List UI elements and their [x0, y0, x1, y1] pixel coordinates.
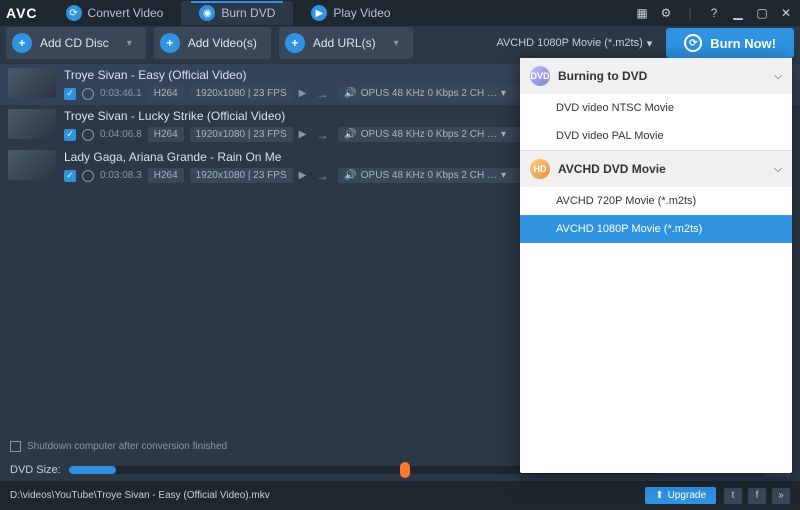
- upgrade-button[interactable]: ⬆ Upgrade: [645, 487, 716, 504]
- resolution-badge: 1920x1080 | 23 FPS: [190, 168, 293, 183]
- more-icon[interactable]: »: [772, 488, 790, 504]
- disc-icon: [82, 88, 94, 100]
- audio-label: OPUS 48 KHz 0 Kbps 2 CH …: [361, 170, 497, 181]
- play-icon: ▶: [311, 5, 327, 21]
- nav-convert-video[interactable]: ⟳ Convert Video: [48, 1, 182, 25]
- play-icon[interactable]: ▶: [299, 88, 307, 99]
- refresh-icon: ⟳: [684, 34, 702, 52]
- main-toolbar: + Add CD Disc ▾ + Add Video(s) + Add URL…: [0, 26, 800, 60]
- shutdown-label: Shutdown computer after conversion finis…: [27, 441, 227, 452]
- disc-icon: ◉: [199, 5, 215, 21]
- speaker-icon: 🔊: [344, 129, 356, 140]
- add-cd-disc-button[interactable]: + Add CD Disc ▾: [6, 27, 146, 59]
- maximize-icon[interactable]: ▢: [754, 5, 770, 21]
- dropdown-group-header[interactable]: HD AVCHD DVD Movie ⌵: [520, 151, 792, 187]
- title-bar: AVC ⟳ Convert Video ◉ Burn DVD ▶ Play Vi…: [0, 0, 800, 26]
- group-title: Burning to DVD: [558, 69, 647, 83]
- shutdown-checkbox[interactable]: [10, 441, 21, 452]
- close-icon[interactable]: ✕: [778, 5, 794, 21]
- arrow-right-icon: →: [312, 87, 332, 101]
- plus-disc-icon: +: [12, 33, 32, 53]
- nav-label: Convert Video: [88, 6, 164, 20]
- format-dropdown: DVD Burning to DVD ⌵ DVD video NTSC Movi…: [520, 58, 792, 473]
- add-urls-button[interactable]: + Add URL(s) ▾: [279, 27, 413, 59]
- status-bar: D:\videos\YouTube\Troye Sivan - Easy (Of…: [0, 481, 800, 510]
- play-icon[interactable]: ▶: [299, 170, 307, 181]
- dropdown-item[interactable]: DVD video PAL Movie: [520, 122, 792, 150]
- chevron-down-icon: ▾: [394, 38, 399, 49]
- codec-badge: H264: [148, 168, 184, 183]
- help-icon[interactable]: ?: [706, 5, 722, 21]
- plus-film-icon: +: [160, 33, 180, 53]
- dropdown-item[interactable]: AVCHD 720P Movie (*.m2ts): [520, 187, 792, 215]
- chevron-down-icon: ▾: [647, 37, 653, 50]
- burn-now-button[interactable]: ⟳ Burn Now!: [666, 28, 794, 58]
- arrow-right-icon: →: [312, 169, 332, 183]
- dvd-size-label: DVD Size:: [10, 464, 61, 476]
- chevron-down-icon: ⌵: [774, 164, 782, 175]
- duration: 0:03:46.1: [100, 88, 142, 99]
- chevron-down-icon: ▾: [501, 88, 506, 99]
- nav-label: Play Video: [333, 6, 390, 20]
- play-icon[interactable]: ▶: [299, 129, 307, 140]
- duration: 0:03:08.3: [100, 170, 142, 181]
- format-label: AVCHD 1080P Movie (*.m2ts): [496, 37, 642, 49]
- app-logo: AVC: [6, 5, 38, 21]
- size-fill: [69, 466, 116, 474]
- speaker-icon: 🔊: [344, 170, 356, 181]
- speaker-icon: 🔊: [344, 88, 356, 99]
- nav-burn-dvd[interactable]: ◉ Burn DVD: [181, 1, 293, 25]
- button-label: Burn Now!: [710, 36, 776, 51]
- codec-badge: H264: [148, 86, 184, 101]
- checkbox-checked-icon[interactable]: ✓: [64, 88, 76, 100]
- disc-icon: [82, 170, 94, 182]
- minimize-icon[interactable]: ▁: [730, 5, 746, 21]
- arrow-right-icon: →: [312, 128, 332, 142]
- chevron-down-icon: ⌵: [774, 71, 782, 82]
- social-links: t f »: [724, 488, 790, 504]
- dvd-icon: DVD: [530, 66, 550, 86]
- hd-dvd-icon: HD: [530, 159, 550, 179]
- button-label: Add URL(s): [313, 36, 376, 50]
- up-arrow-icon: ⬆: [655, 490, 663, 501]
- video-thumbnail: [8, 109, 56, 139]
- dropdown-group-header[interactable]: DVD Burning to DVD ⌵: [520, 58, 792, 94]
- facebook-icon[interactable]: f: [748, 488, 766, 504]
- button-label: Add Video(s): [188, 36, 257, 50]
- duration: 0:04:06.8: [100, 129, 142, 140]
- resolution-badge: 1920x1080 | 23 FPS: [190, 86, 293, 101]
- add-videos-button[interactable]: + Add Video(s): [154, 27, 271, 59]
- audio-label: OPUS 48 KHz 0 Kbps 2 CH …: [361, 88, 497, 99]
- video-thumbnail: [8, 150, 56, 180]
- nav-label: Burn DVD: [221, 6, 275, 20]
- divider: |: [682, 5, 698, 21]
- button-label: Add CD Disc: [40, 36, 109, 50]
- file-path: D:\videos\YouTube\Troye Sivan - Easy (Of…: [10, 490, 270, 501]
- nav-play-video[interactable]: ▶ Play Video: [293, 1, 408, 25]
- menu-icon[interactable]: ▦: [634, 5, 650, 21]
- resolution-badge: 1920x1080 | 23 FPS: [190, 127, 293, 142]
- dropdown-item-selected[interactable]: AVCHD 1080P Movie (*.m2ts): [520, 215, 792, 243]
- chevron-down-icon: ▾: [127, 38, 132, 49]
- window-controls: ▦ ⚙ | ? ▁ ▢ ✕: [634, 5, 794, 21]
- gear-icon[interactable]: ⚙: [658, 5, 674, 21]
- slider-handle[interactable]: [400, 462, 410, 478]
- group-title: AVCHD DVD Movie: [558, 162, 666, 176]
- video-thumbnail: [8, 68, 56, 98]
- chevron-down-icon: ▾: [501, 170, 506, 181]
- disc-icon: [82, 129, 94, 141]
- plus-globe-icon: +: [285, 33, 305, 53]
- top-nav: ⟳ Convert Video ◉ Burn DVD ▶ Play Video: [48, 1, 634, 25]
- checkbox-checked-icon[interactable]: ✓: [64, 170, 76, 182]
- output-format-select[interactable]: AVCHD 1080P Movie (*.m2ts) ▾: [490, 33, 658, 54]
- chevron-down-icon: ▾: [501, 129, 506, 140]
- checkbox-checked-icon[interactable]: ✓: [64, 129, 76, 141]
- audio-label: OPUS 48 KHz 0 Kbps 2 CH …: [361, 129, 497, 140]
- dropdown-item[interactable]: DVD video NTSC Movie: [520, 94, 792, 122]
- codec-badge: H264: [148, 127, 184, 142]
- twitter-icon[interactable]: t: [724, 488, 742, 504]
- upgrade-label: Upgrade: [668, 490, 706, 501]
- refresh-icon: ⟳: [66, 5, 82, 21]
